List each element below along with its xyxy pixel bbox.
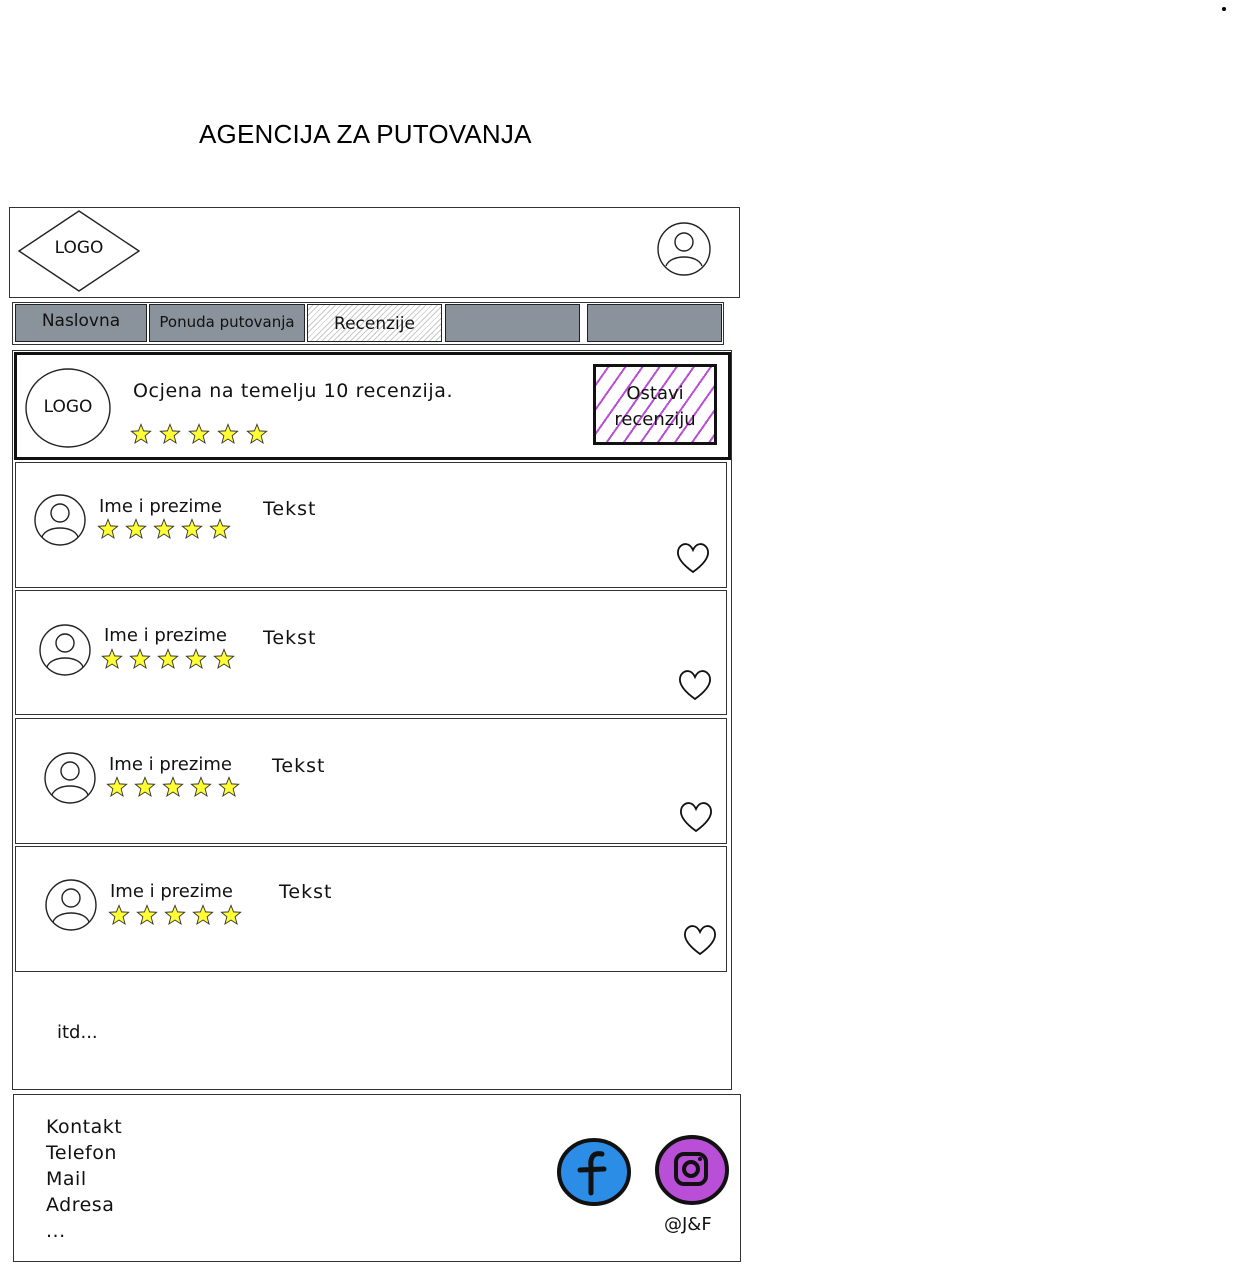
footer-line-mail: Mail [46,1168,87,1190]
star-icon [209,518,231,540]
tab-naslovna[interactable]: Naslovna [15,304,147,342]
like-button[interactable] [675,541,711,575]
star-icon [130,423,152,445]
reviewer-name: Ime i prezime [99,496,222,517]
heart-icon [679,670,711,701]
like-button[interactable] [677,668,713,702]
footer-contact: Kontakt Telefon Mail Adresa ... [46,1114,122,1244]
user-avatar-icon [44,752,96,804]
corner-dot [1222,7,1226,11]
rating-text: Ocjena na temelju 10 recenzija. [133,380,454,402]
review-stars [106,776,240,798]
reviewer-name: Ime i prezime [104,625,227,646]
footer-line-telefon: Telefon [46,1142,117,1164]
reviewer-avatar [38,623,92,677]
review-stars [101,648,235,670]
star-icon [220,904,242,926]
reviewer-avatar [33,493,87,547]
summary-stars [130,423,268,445]
tab-label: Naslovna [41,311,121,331]
user-avatar-icon [39,624,91,676]
like-button[interactable] [682,923,718,957]
star-icon [218,776,240,798]
instagram-link[interactable] [654,1135,730,1205]
star-icon [153,518,175,540]
star-icon [181,518,203,540]
header-logo[interactable]: LOGO [17,209,141,293]
star-icon [108,904,130,926]
star-icon [185,648,207,670]
tab-ponuda-putovanja[interactable]: Ponuda putovanja [149,304,305,342]
star-icon [125,518,147,540]
star-icon [101,648,123,670]
heart-icon [680,802,712,833]
page-title: AGENCIJA ZA PUTOVANJA [199,119,532,149]
reviewer-name: Ime i prezime [110,881,233,902]
header-logo-label: LOGO [54,238,104,258]
user-avatar-icon [34,494,86,546]
facebook-link[interactable] [556,1137,632,1207]
star-icon [188,423,210,445]
tab-empty-1[interactable] [445,304,580,342]
star-icon [159,423,181,445]
star-icon [190,776,212,798]
summary-logo-label: LOGO [43,397,93,417]
star-icon [164,904,186,926]
reviewer-name: Ime i prezime [109,754,232,775]
more-text: itd... [57,1022,98,1043]
leave-review-label: Ostavi recenziju [614,383,696,430]
user-avatar-icon [45,879,97,931]
tab-label: Ponuda putovanja [159,313,295,331]
footer-line-adresa: Adresa [46,1194,115,1216]
reviewer-avatar [44,878,98,932]
review-text: Tekst [263,627,317,649]
star-icon [157,648,179,670]
summary-logo: LOGO [24,367,112,449]
tab-recenzije[interactable]: Recenzije [307,304,442,342]
footer-line-kontakt: Kontakt [46,1116,123,1138]
instagram-icon [655,1135,729,1205]
review-stars [108,904,242,926]
heart-icon [677,543,709,574]
user-avatar-icon [657,222,711,276]
star-icon [246,423,268,445]
profile-button[interactable] [656,221,712,277]
star-icon [136,904,158,926]
review-stars [97,518,231,540]
star-icon [213,648,235,670]
tab-label: Recenzije [334,314,415,334]
star-icon [134,776,156,798]
copyright-text: @J&F [664,1214,712,1235]
review-text: Tekst [272,755,326,777]
tab-empty-2[interactable] [587,304,722,342]
star-icon [106,776,128,798]
star-icon [217,423,239,445]
review-text: Tekst [263,498,317,520]
star-icon [162,776,184,798]
footer-line-more: ... [46,1220,66,1242]
star-icon [192,904,214,926]
review-text: Tekst [279,881,333,903]
heart-icon [684,925,716,956]
facebook-icon [557,1138,631,1206]
reviewer-avatar [43,751,97,805]
star-icon [129,648,151,670]
star-icon [97,518,119,540]
like-button[interactable] [678,800,714,834]
leave-review-button[interactable]: Ostavi recenziju [593,364,717,445]
